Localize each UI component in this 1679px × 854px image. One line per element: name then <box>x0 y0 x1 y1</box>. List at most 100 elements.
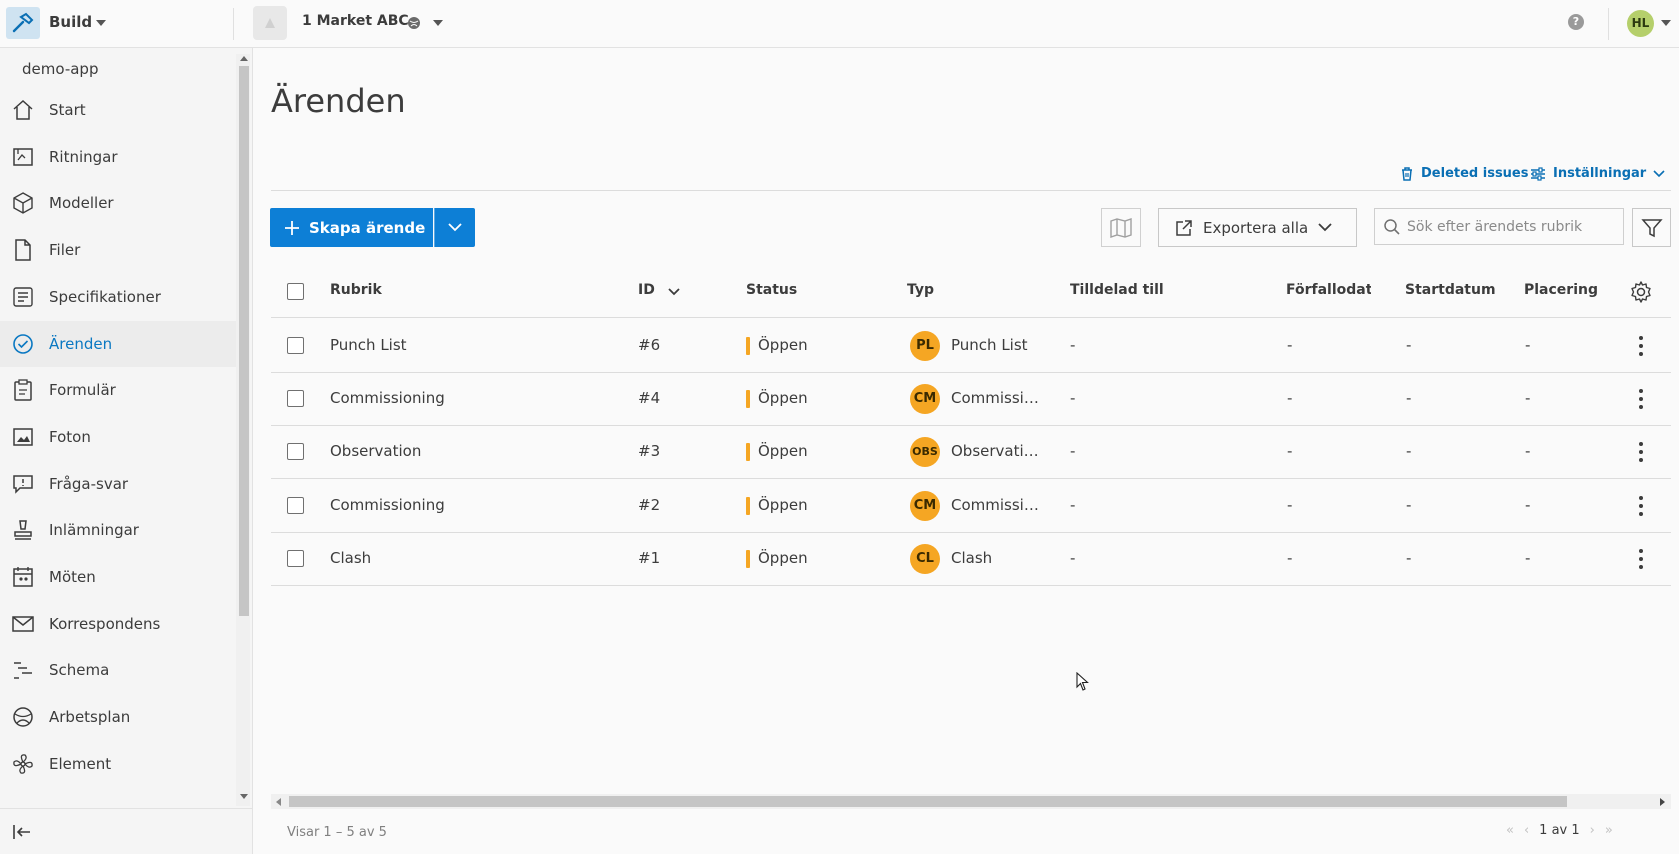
sheets-icon <box>11 145 35 169</box>
prev-page-icon[interactable]: ‹ <box>1524 823 1529 838</box>
column-header-forfallodatum[interactable]: Förfallodatum <box>1286 282 1371 298</box>
filter-button[interactable] <box>1632 208 1671 247</box>
sidebar-item-fråga-svar[interactable]: Fråga-svar <box>0 461 236 507</box>
row-checkbox[interactable] <box>287 390 304 408</box>
issue-title[interactable]: Commissioning <box>330 496 445 514</box>
sidebar-item-ritningar[interactable]: Ritningar <box>0 134 236 180</box>
sidebar-item-specifikationer[interactable]: Specifikationer <box>0 274 236 320</box>
deleted-issues-link[interactable]: Deleted issues <box>1400 166 1529 181</box>
sidebar-item-filer[interactable]: Filer <box>0 227 236 273</box>
assigned-to: - <box>1070 389 1076 408</box>
scroll-up-icon[interactable] <box>240 56 248 61</box>
location: - <box>1525 495 1531 514</box>
status-indicator <box>746 549 750 568</box>
export-all-button[interactable]: Exportera alla <box>1158 208 1357 247</box>
stamp-icon <box>11 518 35 542</box>
due-date: - <box>1287 336 1293 354</box>
location: - <box>1525 442 1531 461</box>
row-checkbox[interactable] <box>287 337 304 354</box>
collapse-sidebar-icon[interactable] <box>10 820 34 844</box>
page-title: Ärenden <box>271 82 406 120</box>
sidebar-scroll-thumb[interactable] <box>239 66 249 616</box>
table-row[interactable]: Commissioning #2 Öppen CM Commissi… - - - - <box>271 479 1671 533</box>
sidebar-item-label: Schema <box>49 661 110 680</box>
user-chevron-down-icon[interactable] <box>1661 20 1671 26</box>
issue-status: Öppen <box>758 495 808 514</box>
sidebar-item-möten[interactable]: Möten <box>0 554 236 600</box>
scroll-down-icon[interactable] <box>240 794 248 799</box>
table-row[interactable]: Observation #3 Öppen OBS Observati… - - - - <box>271 425 1671 480</box>
scroll-right-icon[interactable] <box>1660 798 1665 806</box>
pagination: « ‹ 1 av 1 › » <box>1506 823 1613 838</box>
settings-link[interactable]: Inställningar <box>1530 166 1665 181</box>
fan-icon <box>11 752 35 776</box>
issue-type: Observati… <box>951 442 1039 461</box>
project-name[interactable]: 1 Market ABC <box>302 13 409 29</box>
speech-bubble-icon <box>11 472 35 496</box>
table-row[interactable]: Commissioning #4 Öppen CM Commissi… - - - - <box>271 372 1671 427</box>
user-avatar[interactable]: HL <box>1627 10 1654 37</box>
issue-title[interactable]: Punch List <box>330 336 407 354</box>
status-indicator <box>746 390 750 409</box>
sidebar-item-start[interactable]: Start <box>0 87 236 133</box>
more-options-icon[interactable] <box>1639 442 1643 463</box>
column-header-placering[interactable]: Placering <box>1524 282 1598 298</box>
scroll-left-icon[interactable] <box>276 798 281 806</box>
help-icon[interactable]: ? <box>1568 14 1584 30</box>
product-name[interactable]: Build <box>49 13 92 31</box>
sidebar-item-inlämningar[interactable]: Inlämningar <box>0 507 236 553</box>
build-logo[interactable] <box>6 7 40 39</box>
product-chevron-down-icon[interactable] <box>96 20 106 26</box>
column-header-id[interactable]: ID <box>638 282 655 298</box>
sidebar-item-arbetsplan[interactable]: Arbetsplan <box>0 694 236 740</box>
column-header-typ[interactable]: Typ <box>907 282 934 298</box>
column-header-startdatum[interactable]: Startdatum <box>1405 282 1496 298</box>
select-all-checkbox[interactable] <box>287 283 304 300</box>
map-icon <box>1110 217 1132 238</box>
issue-title[interactable]: Clash <box>330 549 371 567</box>
row-checkbox[interactable] <box>287 496 304 514</box>
column-header-rubrik[interactable]: Rubrik <box>330 282 382 298</box>
assigned-to: - <box>1070 336 1076 354</box>
create-issue-dropdown[interactable] <box>434 208 475 247</box>
start-date: - <box>1406 442 1412 461</box>
sidebar-item-foton[interactable]: Foton <box>0 414 236 460</box>
horizontal-scroll-thumb[interactable] <box>289 796 1567 807</box>
sidebar-item-element[interactable]: Element <box>0 741 236 787</box>
create-issue-button[interactable]: Skapa ärende <box>270 208 433 247</box>
issue-id: #3 <box>638 442 661 461</box>
issue-title[interactable]: Observation <box>330 442 421 460</box>
table-row[interactable]: Punch List #6 Öppen PL Punch List - - - - <box>271 319 1671 373</box>
row-checkbox[interactable] <box>287 443 304 461</box>
first-page-icon[interactable]: « <box>1506 823 1514 838</box>
top-bar: Build 1 Market ABC ? HL <box>0 0 1679 48</box>
home-icon <box>11 98 35 122</box>
next-page-icon[interactable]: › <box>1590 823 1595 838</box>
sort-chevron-down-icon[interactable] <box>668 288 680 296</box>
row-checkbox[interactable] <box>287 549 304 567</box>
table-row[interactable]: Clash #1 Öppen CL Clash - - - - <box>271 532 1671 586</box>
more-options-icon[interactable] <box>1639 548 1643 569</box>
issue-id: #6 <box>638 336 661 354</box>
globe-icon <box>408 17 420 29</box>
last-page-icon[interactable]: » <box>1605 823 1613 838</box>
sidebar-item-ärenden[interactable]: Ärenden <box>0 320 236 367</box>
sidebar-item-korrespondens[interactable]: Korrespondens <box>0 601 236 647</box>
search-input[interactable] <box>1407 218 1617 235</box>
gear-icon[interactable] <box>1629 280 1653 304</box>
more-options-icon[interactable] <box>1639 336 1643 356</box>
issue-title[interactable]: Commissioning <box>330 389 445 407</box>
column-header-status[interactable]: Status <box>746 282 797 298</box>
sidebar-item-schema[interactable]: Schema <box>0 647 236 693</box>
project-thumbnail[interactable] <box>253 6 287 40</box>
more-options-icon[interactable] <box>1639 389 1643 410</box>
more-options-icon[interactable] <box>1639 495 1643 516</box>
sidebar-item-label: Korrespondens <box>49 614 161 633</box>
column-header-tilldelad[interactable]: Tilldelad till <box>1070 282 1164 298</box>
calendar-people-icon <box>11 565 35 589</box>
sidebar-item-modeller[interactable]: Modeller <box>0 180 236 226</box>
search-box[interactable] <box>1374 208 1624 245</box>
sidebar-item-formulär[interactable]: Formulär <box>0 367 236 413</box>
map-view-button[interactable] <box>1101 208 1141 247</box>
project-chevron-down-icon[interactable] <box>433 20 443 26</box>
